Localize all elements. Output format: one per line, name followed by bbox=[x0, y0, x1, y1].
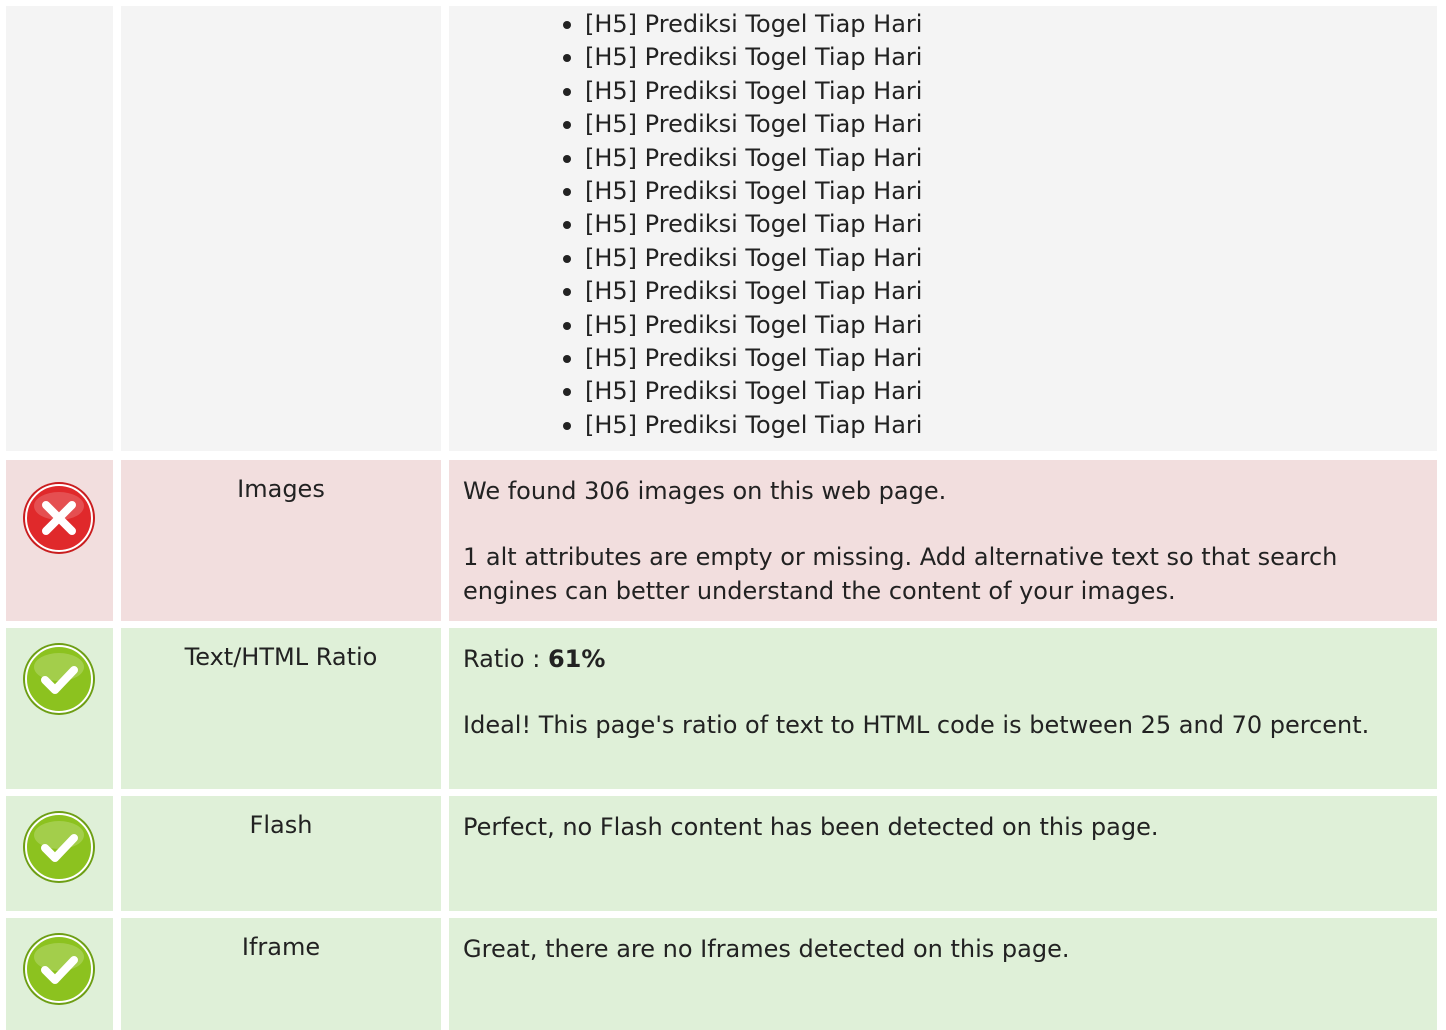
heading-list-item: [H5] Prediksi Togel Tiap Hari bbox=[559, 41, 922, 74]
images-label-cell: Images bbox=[121, 460, 441, 621]
heading-list-item: [H5] Prediksi Togel Tiap Hari bbox=[559, 142, 922, 175]
ratio-prefix: Ratio : bbox=[463, 645, 548, 673]
headings-desc-cell: [H5] Prediksi Togel Tiap Hari [H5] Predik… bbox=[449, 6, 1437, 451]
check-icon bbox=[20, 640, 98, 718]
images-status-cell bbox=[6, 460, 113, 621]
headings-status-cell bbox=[6, 6, 113, 451]
flash-result-text: Perfect, no Flash content has been detec… bbox=[463, 813, 1159, 841]
flash-description: Perfect, no Flash content has been detec… bbox=[463, 810, 1397, 844]
images-description: We found 306 images on this web page. 1 … bbox=[463, 474, 1397, 608]
heading-list-item: [H5] Prediksi Togel Tiap Hari bbox=[559, 175, 922, 208]
ratio-explanation: Ideal! This page's ratio of text to HTML… bbox=[463, 711, 1370, 739]
check-icon bbox=[20, 930, 98, 1008]
iframe-result-text: Great, there are no Iframes detected on … bbox=[463, 935, 1070, 963]
iframe-description: Great, there are no Iframes detected on … bbox=[463, 932, 1397, 966]
heading-list-item: [H5] Prediksi Togel Tiap Hari bbox=[559, 275, 922, 308]
heading-list-item: [H5] Prediksi Togel Tiap Hari bbox=[559, 75, 922, 108]
images-row: Images We found 306 images on this web p… bbox=[0, 460, 1446, 621]
ratio-label: Text/HTML Ratio bbox=[184, 643, 378, 671]
text-html-ratio-row: Text/HTML Ratio Ratio : 61% Ideal! This … bbox=[0, 628, 1446, 789]
images-desc-cell: We found 306 images on this web page. 1 … bbox=[449, 460, 1437, 621]
headings-row: [H5] Prediksi Togel Tiap Hari [H5] Predik… bbox=[0, 6, 1446, 451]
flash-row: Flash Perfect, no Flash content has been… bbox=[0, 796, 1446, 911]
ratio-label-cell: Text/HTML Ratio bbox=[121, 628, 441, 789]
heading-list-item: [H5] Prediksi Togel Tiap Hari bbox=[559, 342, 922, 375]
iframe-row: Iframe Great, there are no Iframes detec… bbox=[0, 918, 1446, 1030]
iframe-label-cell: Iframe bbox=[121, 918, 441, 1030]
heading-list-item: [H5] Prediksi Togel Tiap Hari bbox=[559, 375, 922, 408]
heading-list-item: [H5] Prediksi Togel Tiap Hari bbox=[559, 108, 922, 141]
ratio-line: Ratio : 61% bbox=[463, 642, 1397, 676]
ratio-desc-cell: Ratio : 61% Ideal! This page's ratio of … bbox=[449, 628, 1437, 789]
images-count-text: We found 306 images on this web page. bbox=[463, 477, 947, 505]
iframe-status-cell bbox=[6, 918, 113, 1030]
ratio-status-cell bbox=[6, 628, 113, 789]
heading-list-item: [H5] Prediksi Togel Tiap Hari bbox=[559, 8, 922, 41]
check-icon bbox=[20, 808, 98, 886]
flash-label: Flash bbox=[249, 811, 313, 839]
headings-label-cell bbox=[121, 6, 441, 451]
error-x-icon bbox=[20, 479, 98, 557]
iframe-desc-cell: Great, there are no Iframes detected on … bbox=[449, 918, 1437, 1030]
heading-list-item: [H5] Prediksi Togel Tiap Hari bbox=[559, 208, 922, 241]
flash-label-cell: Flash bbox=[121, 796, 441, 911]
ratio-value: 61% bbox=[547, 645, 606, 673]
seo-report: [H5] Prediksi Togel Tiap Hari [H5] Predik… bbox=[0, 0, 1446, 1030]
flash-desc-cell: Perfect, no Flash content has been detec… bbox=[449, 796, 1437, 911]
heading-list-item: [H5] Prediksi Togel Tiap Hari bbox=[559, 309, 922, 342]
iframe-label: Iframe bbox=[241, 933, 321, 961]
heading-list: [H5] Prediksi Togel Tiap Hari [H5] Predik… bbox=[559, 8, 922, 442]
heading-list-item: [H5] Prediksi Togel Tiap Hari bbox=[559, 409, 922, 442]
ratio-description: Ratio : 61% Ideal! This page's ratio of … bbox=[463, 642, 1397, 742]
heading-list-item: [H5] Prediksi Togel Tiap Hari bbox=[559, 242, 922, 275]
flash-status-cell bbox=[6, 796, 113, 911]
images-alt-text: 1 alt attributes are empty or missing. A… bbox=[463, 543, 1338, 605]
images-label: Images bbox=[237, 475, 325, 503]
